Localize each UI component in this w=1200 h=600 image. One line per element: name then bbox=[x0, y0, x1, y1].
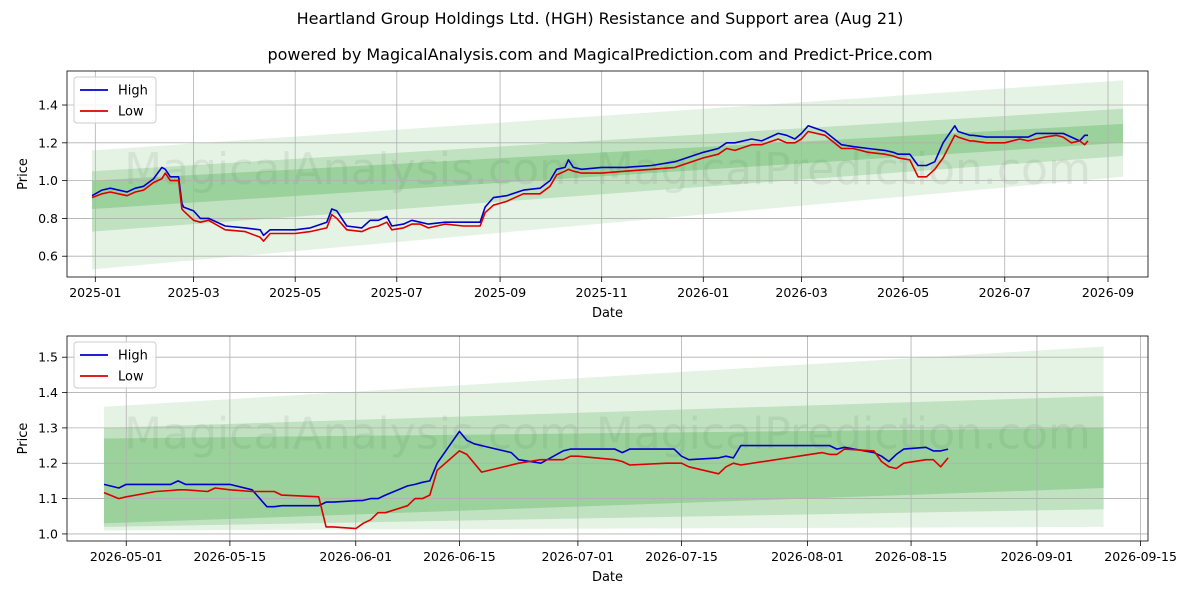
y-tick-label: 1.1 bbox=[38, 491, 58, 506]
chart-panel-2: MagicalAnalysis.com MagicalPrediction.co… bbox=[16, 335, 1177, 585]
y-tick-label: 0.8 bbox=[38, 211, 58, 226]
x-tick-label: 2026-09 bbox=[1082, 285, 1134, 300]
legend-label-high: High bbox=[118, 84, 148, 99]
x-tick-label: 2026-07-15 bbox=[645, 549, 718, 564]
x-tick-label: 2026-05 bbox=[877, 285, 929, 300]
chart-panel-1: MagicalAnalysis.com MagicalPrediction.co… bbox=[16, 70, 1149, 321]
x-tick-label: 2025-01 bbox=[69, 285, 121, 300]
y-tick-label: 1.2 bbox=[38, 135, 58, 150]
x-tick-label: 2026-06-15 bbox=[423, 549, 496, 564]
legend: High Low bbox=[73, 341, 157, 389]
y-tick-label: 1.0 bbox=[38, 173, 58, 188]
x-tick-label: 2026-09-01 bbox=[1001, 549, 1074, 564]
x-tick-label: 2026-07 bbox=[979, 285, 1031, 300]
legend-label-low: Low bbox=[118, 105, 144, 120]
legend-label-high: High bbox=[118, 349, 148, 364]
x-tick-label: 2026-06-01 bbox=[319, 549, 392, 564]
x-axis-label: Date bbox=[592, 306, 623, 321]
x-tick-label: 2026-01 bbox=[677, 285, 729, 300]
y-tick-label: 1.2 bbox=[38, 456, 58, 471]
y-tick-label: 1.4 bbox=[38, 98, 58, 113]
y-tick-label: 1.4 bbox=[38, 385, 58, 400]
x-tick-label: 2025-11 bbox=[576, 285, 628, 300]
y-tick-label: 0.6 bbox=[38, 249, 58, 264]
y-tick-label: 1.3 bbox=[38, 420, 58, 435]
x-tick-label: 2025-07 bbox=[371, 285, 423, 300]
x-tick-label: 2026-08-15 bbox=[875, 549, 948, 564]
x-tick-label: 2026-07-01 bbox=[542, 549, 615, 564]
x-axis-label: Date bbox=[592, 570, 623, 585]
y-tick-label: 1.0 bbox=[38, 526, 58, 541]
y-axis-label: Price bbox=[16, 423, 31, 455]
legend: High Low bbox=[73, 76, 157, 124]
support-resistance-bands bbox=[92, 80, 1123, 270]
y-axis-label: Price bbox=[16, 158, 31, 190]
x-tick-label: 2026-03 bbox=[775, 285, 827, 300]
x-tick-label: 2026-05-15 bbox=[194, 549, 267, 564]
x-tick-label: 2025-03 bbox=[167, 285, 219, 300]
support-resistance-bands bbox=[104, 346, 1104, 531]
y-tick-label: 1.5 bbox=[38, 350, 58, 365]
x-tick-label: 2026-08-01 bbox=[771, 549, 844, 564]
legend-label-low: Low bbox=[118, 370, 144, 385]
x-tick-label: 2025-09 bbox=[474, 285, 526, 300]
x-tick-label: 2026-09-15 bbox=[1104, 549, 1177, 564]
chart-canvas: MagicalAnalysis.com MagicalPrediction.co… bbox=[16, 70, 1177, 585]
x-tick-label: 2026-05-01 bbox=[90, 549, 163, 564]
x-tick-label: 2025-05 bbox=[269, 285, 321, 300]
